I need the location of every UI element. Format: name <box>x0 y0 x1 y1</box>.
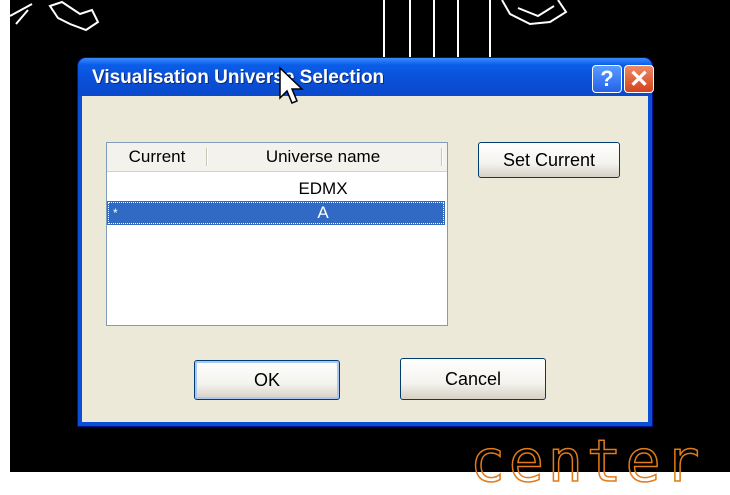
cancel-button[interactable]: Cancel <box>400 358 546 400</box>
help-button[interactable]: ? <box>592 65 622 93</box>
universe-selection-dialog: Visualisation Universe Selection ? ✕ Cur… <box>78 58 654 426</box>
column-header-current[interactable]: Current <box>107 143 207 171</box>
dialog-body: Current Universe name EDMX * A Set Curre… <box>82 96 648 422</box>
list-row-edmx[interactable]: EDMX <box>107 177 445 201</box>
row-universe-name: EDMX <box>298 179 348 198</box>
universe-list[interactable]: Current Universe name EDMX * A <box>106 142 448 326</box>
viewport-label: center <box>469 427 704 495</box>
close-button[interactable]: ✕ <box>624 65 654 93</box>
list-row-a[interactable]: * A <box>107 201 445 225</box>
row-current-marker: * <box>113 206 118 220</box>
set-current-button[interactable]: Set Current <box>478 142 620 178</box>
dialog-title: Visualisation Universe Selection <box>92 67 385 88</box>
column-header-universe-name[interactable]: Universe name <box>207 143 439 171</box>
dialog-titlebar[interactable]: Visualisation Universe Selection ? ✕ <box>78 58 654 96</box>
help-icon: ? <box>600 66 614 91</box>
close-icon: ✕ <box>628 65 650 93</box>
list-header: Current Universe name <box>107 143 447 172</box>
ok-button[interactable]: OK <box>194 360 340 400</box>
row-universe-name: A <box>317 203 329 222</box>
mouse-pointer-icon <box>279 66 304 104</box>
column-divider[interactable] <box>441 148 443 166</box>
